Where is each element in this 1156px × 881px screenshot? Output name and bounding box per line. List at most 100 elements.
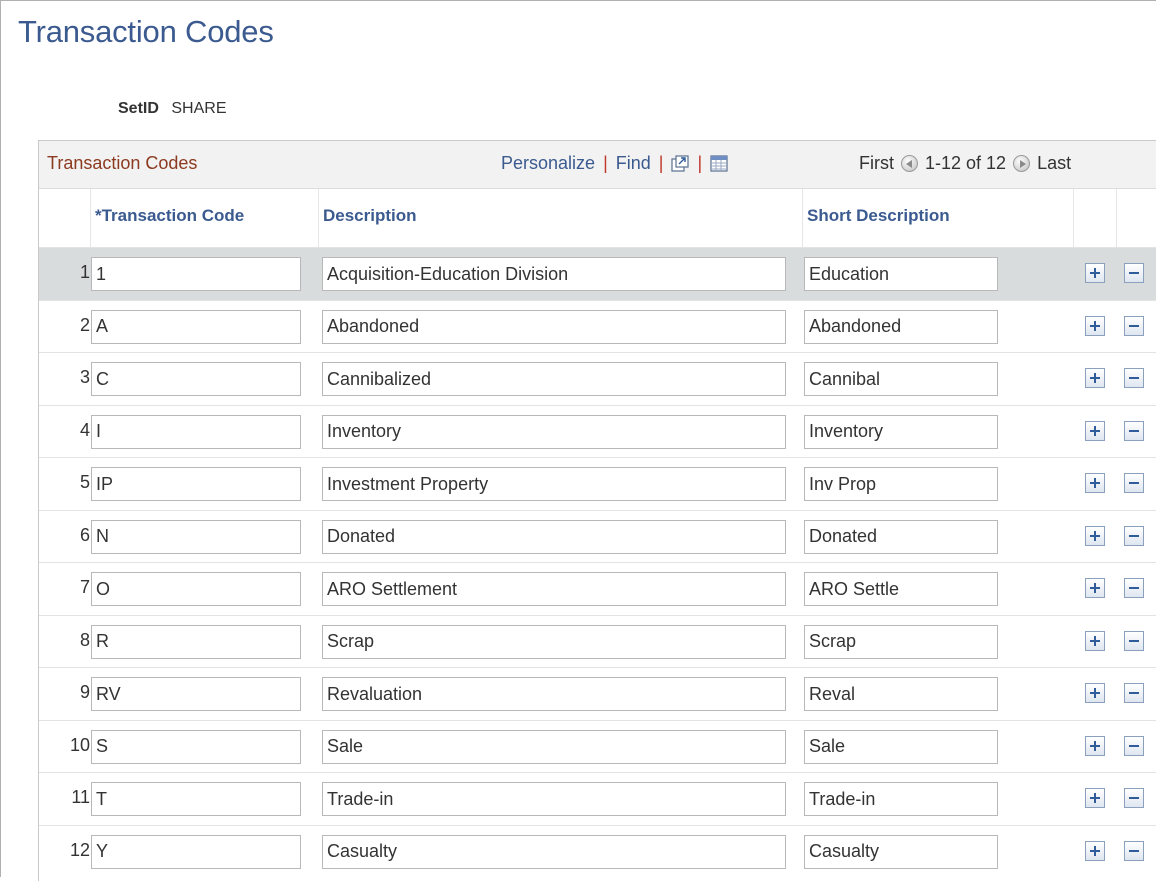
delete-row-icon[interactable] <box>1124 525 1144 546</box>
transaction-code-field[interactable] <box>91 834 301 869</box>
add-row-icon[interactable] <box>1085 630 1105 651</box>
description-field[interactable] <box>322 362 786 396</box>
delete-row-icon[interactable] <box>1124 578 1144 598</box>
add-row-icon[interactable] <box>1085 263 1105 283</box>
row-number: 10 <box>69 734 90 755</box>
short-description-field[interactable] <box>804 309 998 344</box>
row-number: 4 <box>79 419 90 440</box>
transaction-code-field[interactable] <box>91 414 301 449</box>
add-row-icon[interactable] <box>1085 473 1105 493</box>
transaction-code-field[interactable] <box>91 309 301 344</box>
separator: | <box>697 153 703 173</box>
description-field[interactable] <box>322 309 786 344</box>
description-field[interactable] <box>322 834 786 869</box>
grid-header: Transaction Codes Personalize | Find | | <box>39 141 1156 189</box>
delete-row-icon[interactable] <box>1124 263 1144 283</box>
add-row-icon[interactable] <box>1085 420 1105 441</box>
add-row-icon[interactable] <box>1085 578 1105 598</box>
delete-row-icon[interactable] <box>1124 788 1144 808</box>
transaction-codes-grid: Transaction Codes Personalize | Find | | <box>38 140 1156 881</box>
description-field[interactable] <box>322 414 786 449</box>
short-description-field[interactable] <box>804 362 998 396</box>
column-header-transaction-code: *Transaction Code <box>91 189 319 247</box>
short-description-field[interactable] <box>804 624 998 659</box>
page-title: Transaction Codes <box>18 14 274 49</box>
spreadsheet-icon[interactable] <box>710 155 728 172</box>
add-row-icon[interactable] <box>1085 315 1105 336</box>
description-field[interactable] <box>322 467 786 501</box>
setid-label: SetID <box>118 100 159 117</box>
grid-tools: Personalize | Find | | <box>501 153 728 174</box>
description-field[interactable] <box>322 572 786 606</box>
description-field[interactable] <box>322 729 786 764</box>
short-description-field[interactable] <box>804 572 998 606</box>
table-row: 5 <box>39 457 1156 510</box>
transaction-code-field[interactable] <box>91 467 301 501</box>
add-row-icon[interactable] <box>1085 788 1105 808</box>
table-row: 1 <box>39 247 1156 300</box>
table-row: 11 <box>39 772 1156 825</box>
personalize-link[interactable]: Personalize <box>501 153 595 174</box>
short-description-field[interactable] <box>804 782 998 816</box>
transaction-code-field[interactable] <box>91 677 301 711</box>
add-row-icon[interactable] <box>1085 840 1105 861</box>
short-description-field[interactable] <box>804 519 998 554</box>
delete-row-icon[interactable] <box>1124 735 1144 756</box>
new-window-icon[interactable] <box>671 155 690 172</box>
transaction-code-field[interactable] <box>91 572 301 606</box>
add-row-icon[interactable] <box>1085 683 1105 703</box>
row-number: 2 <box>79 314 90 335</box>
delete-row-icon[interactable] <box>1124 368 1144 388</box>
transaction-code-field[interactable] <box>91 362 301 396</box>
table-row: 2 <box>39 299 1156 353</box>
delete-row-icon[interactable] <box>1124 630 1144 651</box>
separator: | <box>658 153 664 173</box>
table-row: 3 <box>39 352 1156 405</box>
delete-row-icon[interactable] <box>1124 315 1144 336</box>
table-row: 8 <box>39 614 1156 668</box>
transaction-code-field[interactable] <box>91 782 301 816</box>
column-header-delete <box>1117 189 1156 247</box>
last-link[interactable]: Last <box>1037 153 1071 174</box>
table-row: 12 <box>39 824 1156 878</box>
table-row: 10 <box>39 719 1156 773</box>
find-link[interactable]: Find <box>616 153 651 174</box>
add-row-icon[interactable] <box>1085 368 1105 388</box>
transaction-code-field[interactable] <box>91 624 301 659</box>
short-description-field[interactable] <box>804 414 998 449</box>
column-header-add <box>1074 189 1117 247</box>
description-field[interactable] <box>322 624 786 659</box>
short-description-field[interactable] <box>804 729 998 764</box>
delete-row-icon[interactable] <box>1124 683 1144 703</box>
delete-row-icon[interactable] <box>1124 473 1144 493</box>
row-number-header <box>39 189 91 247</box>
grid-navigation: First 1-12 of 12 Last <box>859 153 1071 174</box>
short-description-field[interactable] <box>804 467 998 501</box>
column-header-description: Description <box>319 189 803 247</box>
short-description-field[interactable] <box>804 834 998 869</box>
grid-title: Transaction Codes <box>47 153 198 173</box>
transaction-code-field[interactable] <box>91 257 301 291</box>
add-row-icon[interactable] <box>1085 735 1105 756</box>
row-range: 1-12 of 12 <box>925 153 1007 173</box>
delete-row-icon[interactable] <box>1124 840 1144 861</box>
transaction-code-field[interactable] <box>91 729 301 764</box>
short-description-field[interactable] <box>804 677 998 711</box>
first-link[interactable]: First <box>859 153 894 174</box>
description-field[interactable] <box>322 782 786 816</box>
description-field[interactable] <box>322 677 786 711</box>
transaction-code-field[interactable] <box>91 519 301 554</box>
next-arrow-icon[interactable] <box>1013 155 1031 172</box>
row-number: 12 <box>69 839 90 860</box>
add-row-icon[interactable] <box>1085 525 1105 546</box>
description-field[interactable] <box>322 257 786 291</box>
previous-arrow-icon[interactable] <box>901 155 918 172</box>
description-field[interactable] <box>322 519 786 554</box>
row-number: 11 <box>71 787 90 807</box>
short-description-field[interactable] <box>804 257 998 291</box>
row-number: 8 <box>79 629 90 650</box>
delete-row-icon[interactable] <box>1124 420 1144 441</box>
row-number: 6 <box>79 524 90 545</box>
row-number: 1 <box>79 262 90 282</box>
column-header-short-description: Short Description <box>803 189 1074 247</box>
